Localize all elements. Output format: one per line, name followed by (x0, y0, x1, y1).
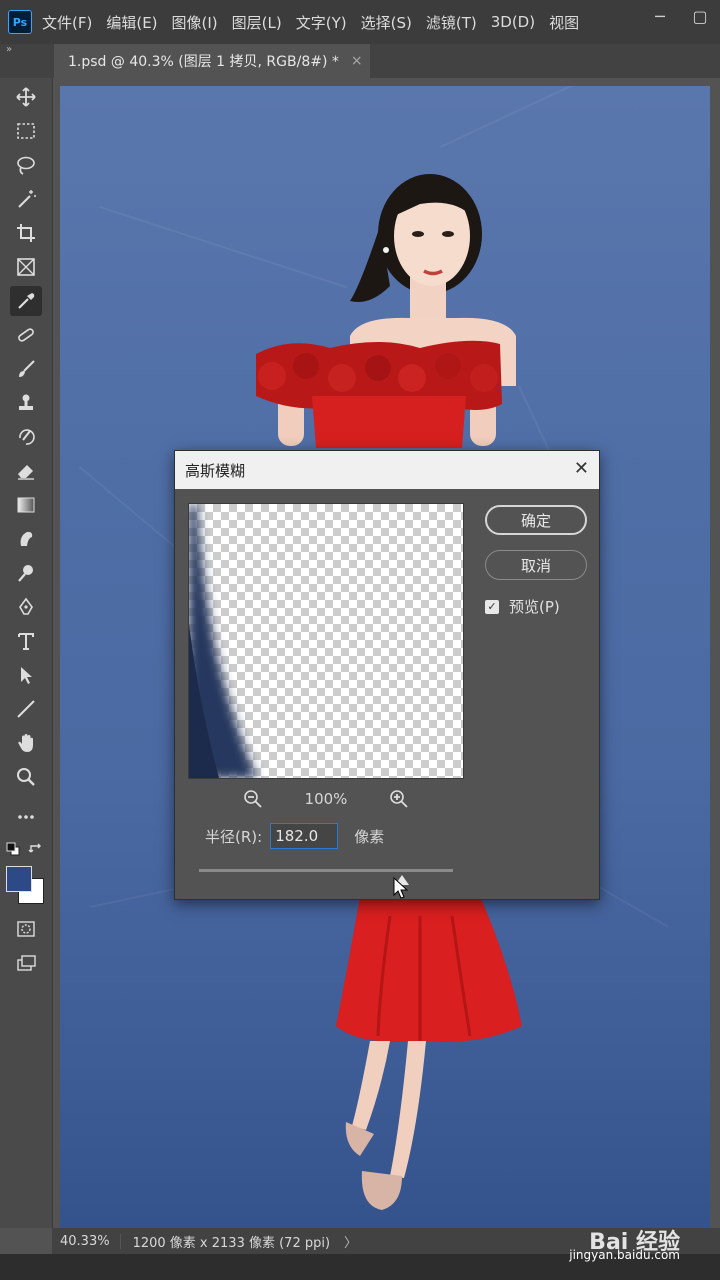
document-tab-title: 1.psd @ 40.3% (图层 1 拷贝, RGB/8#) * (68, 54, 339, 70)
preview-checkbox-label: 预览(P) (509, 598, 560, 616)
healing-icon (18, 328, 34, 342)
marquee-tool[interactable] (10, 116, 42, 146)
radius-slider[interactable] (199, 869, 453, 872)
zoom-out-icon[interactable] (243, 789, 263, 809)
frame-icon (17, 258, 35, 276)
swap-colors-icon[interactable] (28, 842, 44, 856)
healing-tool[interactable] (10, 320, 42, 350)
dodge-icon (18, 565, 33, 582)
menu-filter[interactable]: 滤镜(T) (426, 12, 477, 33)
radius-label: 半径(R): (205, 827, 263, 846)
menu-file[interactable]: 文件(F) (42, 12, 92, 33)
document-dimensions: 1200 像素 x 2133 像素 (72 ppi) (132, 1235, 331, 1251)
line-icon (17, 700, 35, 718)
zoom-tool[interactable] (10, 762, 42, 792)
document-tab[interactable]: 1.psd @ 40.3% (图层 1 拷贝, RGB/8#) * × (54, 44, 370, 78)
magic-wand-tool[interactable] (10, 184, 42, 214)
hand-tool[interactable] (10, 728, 42, 758)
preview-checkbox[interactable]: ✓ (485, 599, 499, 614)
collapse-panel-icon[interactable]: » (6, 44, 12, 55)
preview-image (189, 504, 257, 778)
dialog-title: 高斯模糊 (185, 461, 246, 480)
dialog-titlebar: 高斯模糊 ✕ (175, 451, 599, 489)
type-tool[interactable] (10, 626, 42, 656)
hand-icon (18, 734, 33, 752)
pen-tool[interactable] (10, 592, 42, 622)
foreground-color-swatch[interactable] (6, 866, 32, 892)
window-controls: ─ ▢ (640, 0, 720, 32)
move-icon (16, 87, 36, 107)
close-tab-icon[interactable]: × (351, 53, 363, 69)
photoshop-logo: Ps (8, 10, 32, 34)
smudge-icon (20, 531, 33, 546)
dodge-tool[interactable] (10, 558, 42, 588)
menu-layer[interactable]: 图层(L) (232, 12, 282, 33)
type-icon (18, 633, 34, 650)
eraser-tool[interactable] (10, 456, 42, 486)
more-tools[interactable] (10, 802, 42, 832)
path-select-tool[interactable] (10, 660, 42, 690)
preview-zoom-level: 100% (304, 790, 348, 808)
gradient-icon (17, 497, 35, 513)
menu-3d[interactable]: 3D(D) (491, 13, 535, 31)
brush-icon (19, 360, 35, 377)
preview-checkbox-row[interactable]: ✓ 预览(P) (485, 596, 560, 617)
screen-mode-button[interactable] (10, 948, 42, 978)
radius-row: 半径(R): 像素 (205, 823, 384, 849)
stamp-tool[interactable] (10, 388, 42, 418)
status-menu-arrow[interactable]: 〉 (344, 1232, 357, 1251)
restore-button[interactable]: ▢ (680, 0, 720, 32)
tools-panel (0, 78, 53, 1228)
brush-tool[interactable] (10, 354, 42, 384)
close-icon[interactable]: ✕ (574, 458, 589, 479)
move-tool[interactable] (10, 82, 42, 112)
menu-image[interactable]: 图像(I) (172, 12, 218, 33)
magic-wand-icon (18, 190, 36, 208)
ok-button[interactable]: 确定 (485, 505, 587, 535)
history-brush-icon (19, 429, 35, 445)
stamp-icon (19, 394, 33, 410)
lasso-icon (17, 156, 35, 175)
zoom-readout[interactable]: 40.33% (52, 1233, 121, 1249)
quick-mask-icon (17, 921, 35, 937)
frame-tool[interactable] (10, 252, 42, 282)
radius-unit: 像素 (354, 827, 385, 846)
pen-icon (19, 597, 33, 615)
quick-mask-button[interactable] (10, 914, 42, 944)
watermark-url: jingyan.baidu.com (569, 1248, 680, 1262)
line-tool[interactable] (10, 694, 42, 724)
eyedropper-tool[interactable] (10, 286, 42, 316)
zoom-icon (17, 768, 35, 786)
eyedropper-icon (18, 293, 35, 309)
cancel-button[interactable]: 取消 (485, 550, 587, 580)
gradient-tool[interactable] (10, 490, 42, 520)
minimize-button[interactable]: ─ (640, 0, 680, 32)
menu-type[interactable]: 文字(Y) (296, 12, 347, 33)
menu-select[interactable]: 选择(S) (361, 12, 412, 33)
zoom-in-icon[interactable] (389, 789, 409, 809)
crop-icon (17, 224, 35, 242)
eraser-icon (18, 465, 34, 480)
preview-zoom-controls: 100% (243, 787, 409, 811)
ellipsis-icon (18, 815, 34, 819)
smudge-tool[interactable] (10, 524, 42, 554)
default-colors-icon[interactable] (6, 842, 20, 856)
menu-view[interactable]: 视图 (549, 12, 579, 33)
arrow-select-icon (21, 667, 32, 684)
rectangle-select-icon (17, 123, 35, 139)
blur-preview[interactable] (188, 503, 464, 779)
mouse-cursor-icon (393, 877, 409, 899)
gaussian-blur-dialog: 高斯模糊 ✕ 确定 取消 ✓ 预览(P) 100% 半径(R): 像素 (174, 450, 600, 900)
lasso-tool[interactable] (10, 150, 42, 180)
history-brush-tool[interactable] (10, 422, 42, 452)
document-tab-bar: » 1.psd @ 40.3% (图层 1 拷贝, RGB/8#) * × (0, 44, 720, 78)
screen-mode-icon (17, 955, 36, 971)
radius-input[interactable] (270, 823, 339, 849)
menu-bar: Ps 文件(F) 编辑(E) 图像(I) 图层(L) 文字(Y) 选择(S) 滤… (0, 0, 720, 44)
menu-edit[interactable]: 编辑(E) (106, 12, 157, 33)
crop-tool[interactable] (10, 218, 42, 248)
